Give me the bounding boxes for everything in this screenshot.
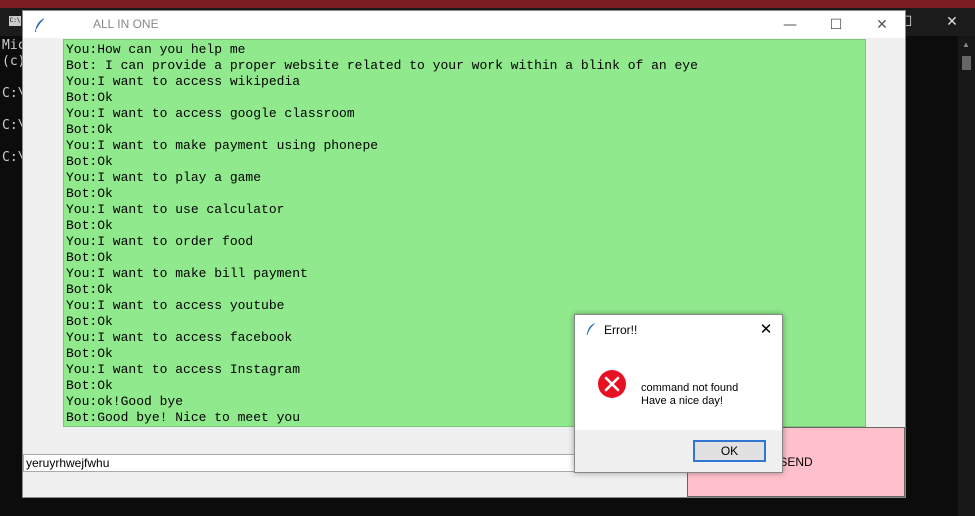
chat-line: Bot:Ok [66,218,113,233]
chat-line: You:I want to play a game [66,170,262,185]
chat-line: Bot:Ok [66,122,113,137]
chat-line: Bot:Ok [66,250,113,265]
error-dialog-title: Error!! [604,323,638,337]
chat-line: Bot:Ok [66,282,113,297]
feather-icon [585,322,597,339]
error-dialog: Error!! ✕ command not found Have a nice … [574,314,783,473]
main-titlebar: ALL IN ONE — ☐ ✕ [23,11,905,38]
chat-line: You:I want to access google classroom [66,106,355,121]
chat-line: Bot:Ok [66,154,113,169]
chat-line: You:I want to make bill payment [66,266,308,281]
scrollbar-thumb[interactable] [962,56,971,70]
window-controls: — ☐ ✕ [767,11,905,38]
chat-line: You:How can you help me [66,42,246,57]
chat-line: You:I want to make payment using phonepe [66,138,379,153]
console-app-icon: C:\ [9,16,21,26]
error-message-line: Have a nice day! [641,395,723,407]
chat-line: You:I want to use calculator [66,202,285,217]
chat-line: You:I want to access youtube [66,298,285,313]
chat-line: Bot:Ok [66,90,113,105]
maximize-button[interactable]: ☐ [813,11,859,38]
minimize-button[interactable]: — [767,11,813,38]
background-strip [0,0,975,8]
feather-icon [33,17,47,33]
error-titlebar: Error!! ✕ [575,315,782,344]
ok-button[interactable]: OK [693,440,766,462]
console-close-button[interactable]: ✕ [929,8,975,36]
error-message: command not found Have a nice day! [641,382,738,408]
chat-line: Bot:Ok [66,186,113,201]
error-message-line: command not found [641,382,739,394]
error-icon [597,369,627,399]
error-close-button[interactable]: ✕ [756,319,776,339]
console-scrollbar[interactable]: ▲ [958,36,975,516]
chat-line: You:I want to order food [66,234,254,249]
scroll-up-arrow-icon[interactable]: ▲ [962,40,970,49]
error-body: command not found Have a nice day! [575,344,782,430]
chat-line: You:I want to access wikipedia [66,74,301,89]
chat-line: Bot: I can provide a proper website rela… [66,58,698,73]
close-button[interactable]: ✕ [859,11,905,38]
window-title: ALL IN ONE [93,17,159,31]
